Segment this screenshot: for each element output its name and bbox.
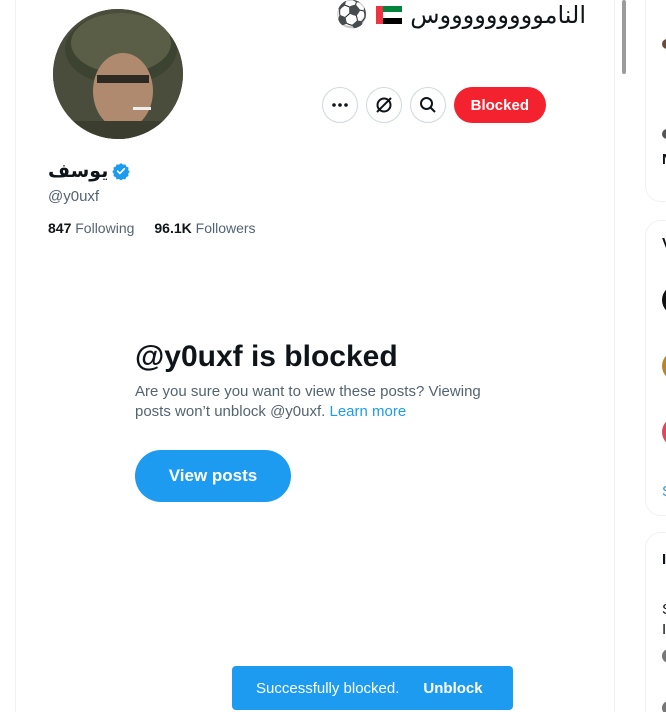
avatar[interactable]: [662, 129, 666, 139]
search-icon: [419, 97, 436, 113]
blocked-description-text: Are you sure you want to view these post…: [135, 383, 481, 420]
sidebar-card-who-to-follow: V S: [645, 220, 666, 516]
sidebar-heading-partial: V: [662, 235, 666, 252]
avatar[interactable]: [662, 649, 666, 663]
search-button[interactable]: [409, 87, 446, 123]
unblock-button[interactable]: Unblock: [423, 680, 482, 697]
learn-more-link[interactable]: Learn more: [330, 403, 407, 420]
profile-actions: Blocked: [321, 87, 546, 123]
follow-stats: 847 Following 96.1K Followers: [48, 220, 256, 236]
followers-count: 96.1K: [154, 220, 192, 236]
sidebar-partial-text: S: [662, 601, 666, 618]
grok-icon: [375, 97, 392, 113]
blocked-description: Are you sure you want to view these post…: [135, 382, 505, 422]
followers-label: Followers: [195, 220, 256, 236]
scrollbar-thumb[interactable]: [622, 0, 626, 74]
followers-link[interactable]: 96.1K Followers: [154, 220, 255, 236]
sidebar-partial-text: N: [662, 151, 666, 168]
display-name: يوسف: [48, 160, 109, 182]
name-row: يوسف: [48, 160, 131, 182]
toast-message: Successfully blocked.: [256, 679, 400, 697]
view-posts-button[interactable]: View posts: [135, 450, 291, 502]
sidebar-card-top: N: [645, 0, 666, 202]
following-count: 847: [48, 220, 72, 236]
blocked-title: @y0uxf is blocked: [135, 340, 398, 373]
sidebar-card-bottom: I S I: [645, 532, 666, 712]
avatar[interactable]: [662, 701, 666, 712]
following-label: Following: [75, 220, 135, 236]
avatar[interactable]: [662, 39, 666, 49]
more-button[interactable]: [321, 87, 358, 123]
grok-button[interactable]: [365, 87, 402, 123]
blocked-button[interactable]: Blocked: [453, 87, 546, 123]
following-link[interactable]: 847 Following: [48, 220, 134, 236]
show-more-link[interactable]: S: [662, 483, 666, 500]
avatar[interactable]: [662, 285, 666, 315]
avatar[interactable]: [662, 351, 666, 381]
bio-text: الناموووووووووس: [410, 1, 586, 29]
more-icon: [331, 103, 348, 107]
profile-bio: الناموووووووووس ⚽: [336, 0, 586, 30]
blocked-toast: Successfully blocked. Unblock: [232, 666, 513, 710]
avatar[interactable]: [50, 6, 186, 142]
sidebar-partial-text: I: [662, 621, 666, 638]
uae-flag-icon: [376, 6, 403, 24]
avatar[interactable]: [662, 417, 666, 447]
verified-badge-icon[interactable]: [112, 162, 131, 180]
soccer-ball-icon: ⚽: [335, 0, 369, 30]
profile-handle: @y0uxf: [48, 188, 100, 205]
sidebar-heading-partial: I: [662, 551, 666, 568]
